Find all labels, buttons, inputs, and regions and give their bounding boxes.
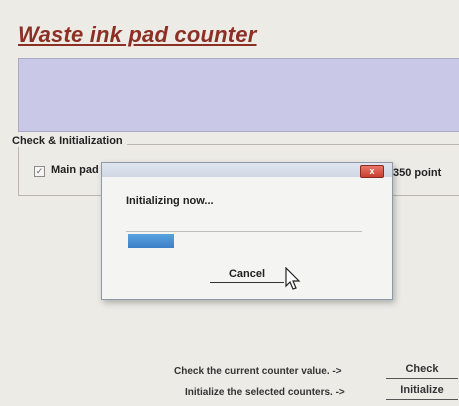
initialize-button[interactable]: Initialize xyxy=(386,382,458,400)
progress-bar-fill xyxy=(128,234,174,248)
check-button[interactable]: Check xyxy=(386,361,458,379)
page-title: Waste ink pad counter xyxy=(18,22,257,47)
check-row-label: Check the current counter value. -> xyxy=(174,366,342,377)
banner-panel xyxy=(18,58,459,132)
main-pad-checkbox[interactable]: ✓ xyxy=(34,166,45,177)
dialog-message: Initializing now... xyxy=(126,195,214,207)
main-pad-label: Main pad xyxy=(51,164,99,176)
initialize-row-label: Initialize the selected counters. -> xyxy=(185,387,345,398)
close-icon[interactable]: x xyxy=(360,165,384,178)
main-pad-points: 350 point xyxy=(393,167,442,179)
dialog-titlebar: x xyxy=(102,163,392,178)
mouse-pointer-icon xyxy=(285,267,301,290)
group-label: Check & Initialization xyxy=(8,135,127,147)
progress-bar xyxy=(126,231,362,248)
progress-dialog: x Initializing now... Cancel xyxy=(101,162,393,300)
waste-ink-pad-window: Waste ink pad counter Check & Initializa… xyxy=(0,0,459,406)
cancel-button[interactable]: Cancel xyxy=(210,265,284,283)
